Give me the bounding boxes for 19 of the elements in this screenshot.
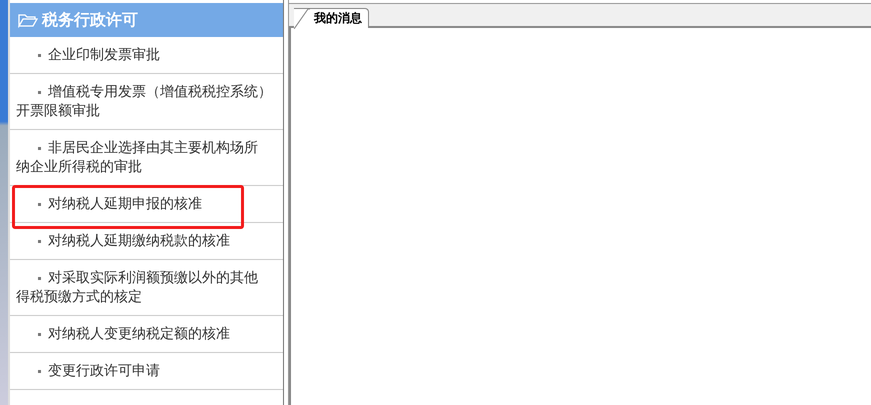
menu-item[interactable]: 非居民企业选择由其主要机构场所 纳企业所得税的审批 xyxy=(10,130,283,186)
bullet-icon xyxy=(38,276,41,280)
sidebar-title: 税务行政许可 xyxy=(42,10,138,30)
menu-item[interactable]: 企业印制发票审批 xyxy=(10,37,283,74)
tab[interactable]: 我的消息 xyxy=(294,8,369,28)
bullet-icon xyxy=(38,370,41,373)
menu-item[interactable]: 变更行政许可申请 xyxy=(10,353,283,390)
bullet-icon xyxy=(38,240,41,243)
bullet-icon xyxy=(38,146,41,150)
bullet-icon xyxy=(38,332,41,336)
menu-item[interactable]: 对纳税人延期申报的核准 xyxy=(10,186,283,223)
menu-item[interactable]: 对纳税人变更纳税定额的核准 xyxy=(10,316,283,353)
bullet-icon xyxy=(38,90,41,94)
menu-item[interactable]: 对纳税人延期缴纳税款的核准 xyxy=(10,223,283,260)
menu-item[interactable]: 增值税专用发票（增值税税控系统） 开票限额审批 xyxy=(10,74,283,130)
bullet-icon xyxy=(38,54,41,57)
bullet-icon xyxy=(38,202,41,206)
menu-item[interactable]: 对采取实际利润额预缴以外的其他 得税预缴方式的核定 xyxy=(10,260,283,316)
folder-icon xyxy=(18,12,38,28)
